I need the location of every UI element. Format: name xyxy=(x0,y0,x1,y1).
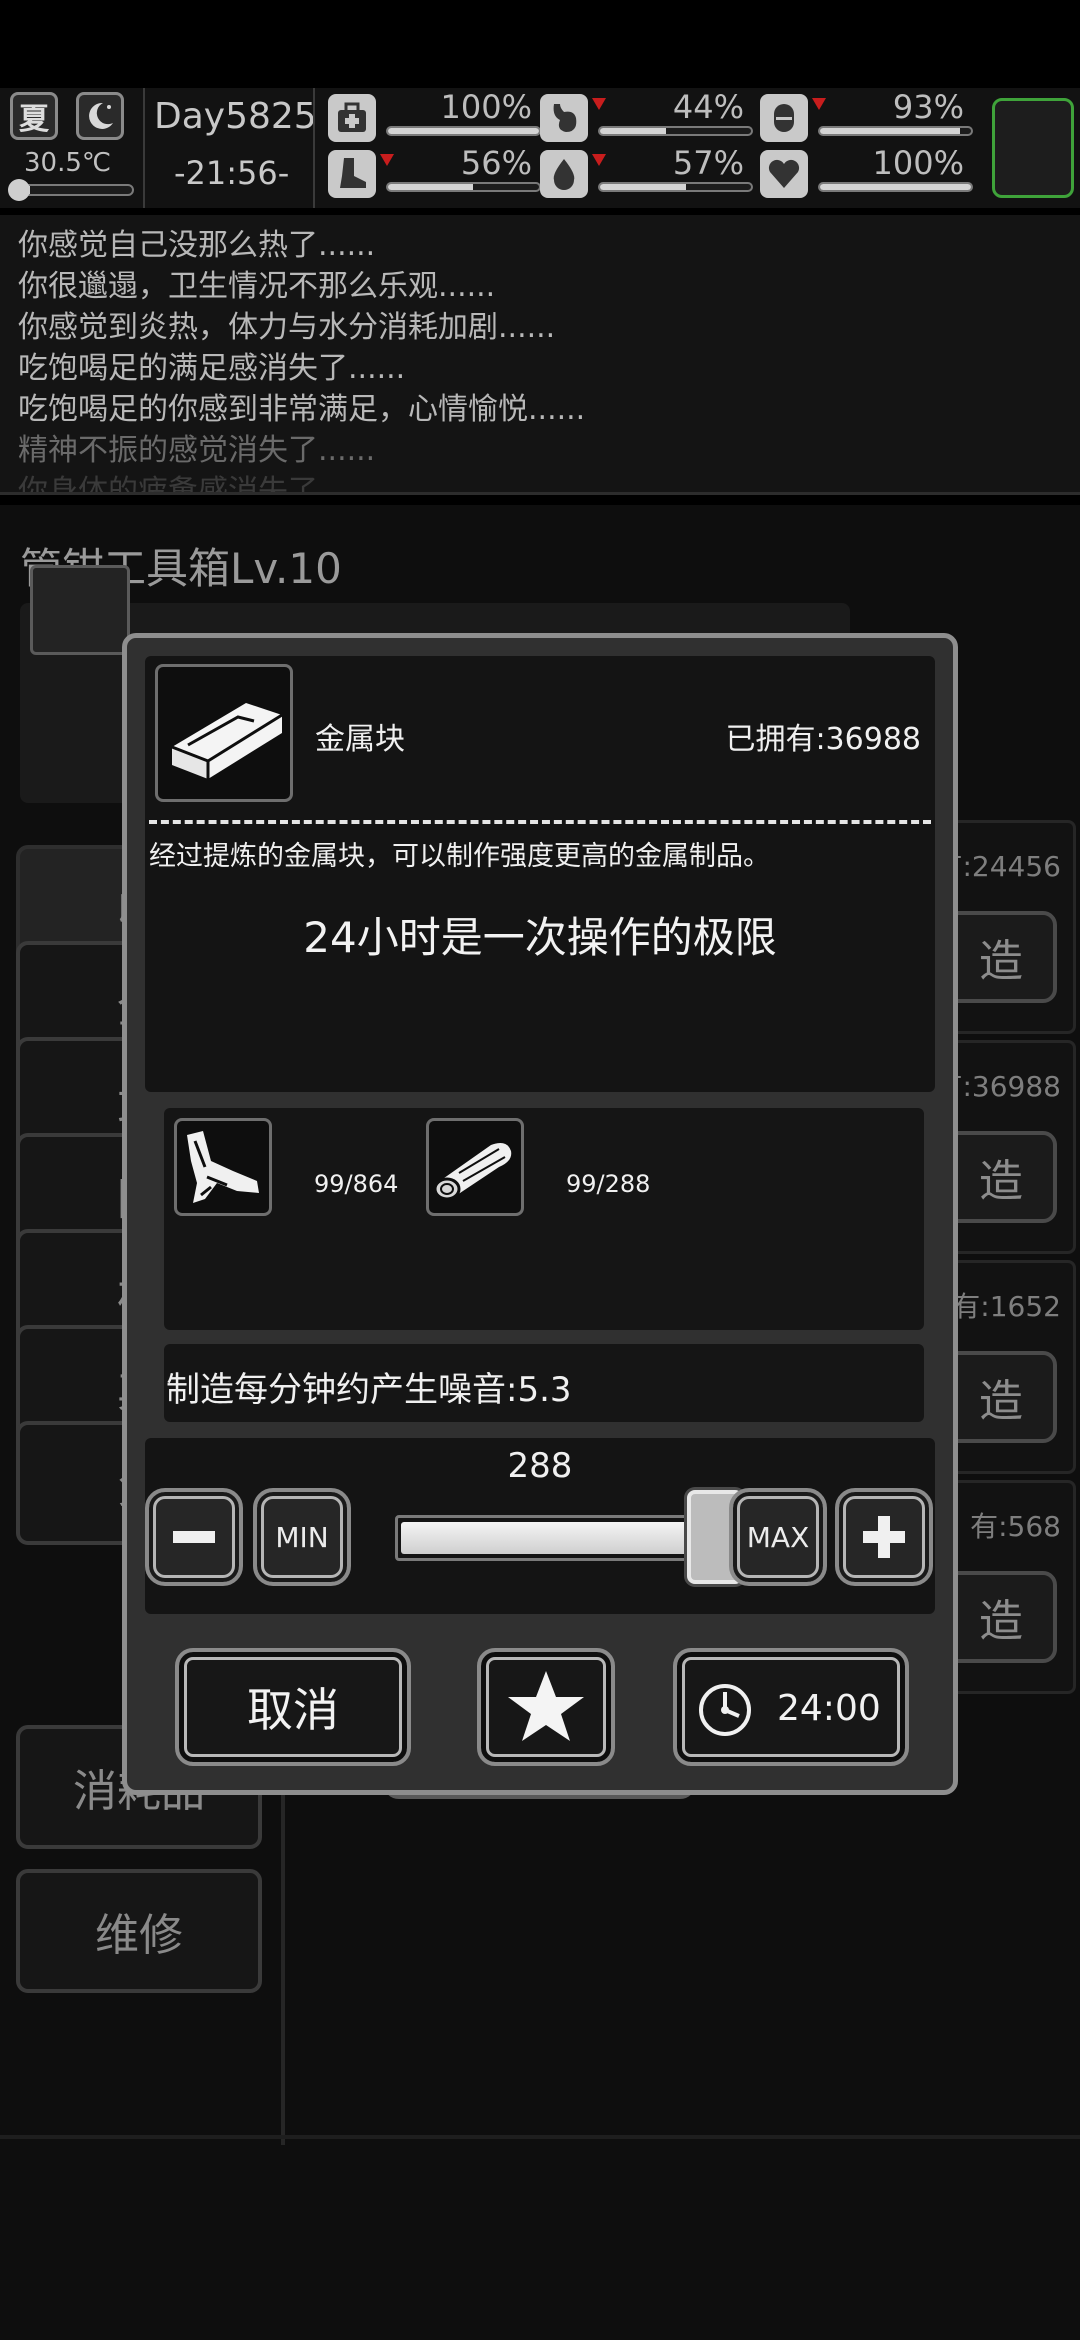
item-info-box: 金属块 已拥有:36988 经过提炼的金属块，可以制作强度更高的金属制品。 24… xyxy=(145,656,935,1092)
stat-bar-fill xyxy=(600,128,667,134)
min-button[interactable]: MIN xyxy=(253,1488,351,1586)
stat-bar-fill xyxy=(820,184,971,190)
water-drop-icon[interactable] xyxy=(540,150,588,198)
material-count: 99/288 xyxy=(566,1170,651,1198)
log-line: 你感觉自己没那么热了...... xyxy=(18,228,376,263)
log-line: 你很邋遢，卫生情况不那么乐观...... xyxy=(18,269,496,304)
log-line: 你身体的疲惫感消失了...... xyxy=(18,474,376,495)
noise-box: 制造每分钟约产生噪音:5.3 xyxy=(164,1344,924,1422)
log-line: 吃饱喝足的满足感消失了...... xyxy=(18,351,406,386)
season-badge[interactable]: 夏 xyxy=(10,92,58,140)
quantity-slider[interactable] xyxy=(395,1515,723,1561)
dashed-divider xyxy=(149,820,931,824)
stat-percent: 100% xyxy=(872,144,964,182)
message-log[interactable]: 你感觉自己没那么热了...... 你很邋遢，卫生情况不那么乐观...... 你感… xyxy=(0,215,1080,495)
craft-dialog: 金属块 已拥有:36988 经过提炼的金属块，可以制作强度更高的金属制品。 24… xyxy=(122,633,958,1795)
metal-ingot-roll-icon[interactable] xyxy=(426,1118,524,1216)
plus-icon xyxy=(863,1516,905,1558)
divider xyxy=(0,2135,1080,2139)
moon-icon xyxy=(76,92,124,140)
craft-time-label: 24:00 xyxy=(777,1688,881,1729)
log-line: 精神不振的感觉消失了...... xyxy=(18,433,376,468)
materials-box: 99/864 99/288 xyxy=(164,1108,924,1330)
owned-count: 已拥有:36988 xyxy=(725,722,921,757)
increase-button[interactable] xyxy=(835,1488,933,1586)
stat-percent: 44% xyxy=(672,88,744,126)
toolbox-icon xyxy=(30,565,130,655)
owned-count: 有:568 xyxy=(970,1510,1061,1543)
favorite-button[interactable] xyxy=(477,1648,615,1766)
stat-bar xyxy=(818,182,973,192)
decrease-button[interactable] xyxy=(145,1488,243,1586)
star-icon xyxy=(508,1671,584,1741)
quick-slot[interactable] xyxy=(992,98,1074,198)
stat-percent: 93% xyxy=(892,88,964,126)
quantity-box: 288 MIN MAX xyxy=(145,1438,935,1614)
temperature-label: 30.5℃ xyxy=(24,148,112,178)
material-count: 99/864 xyxy=(314,1170,399,1198)
stat-bar-fill xyxy=(388,128,539,134)
clock-icon xyxy=(699,1684,751,1736)
category-tab-repair[interactable]: 维修 xyxy=(16,1869,262,1993)
heart-icon[interactable] xyxy=(760,150,808,198)
scrap-metal-icon[interactable] xyxy=(174,1118,272,1216)
craft-time-button[interactable]: 24:00 xyxy=(673,1648,909,1766)
max-button[interactable]: MAX xyxy=(729,1488,827,1586)
quantity-value: 288 xyxy=(507,1446,573,1486)
cancel-button[interactable]: 取消 xyxy=(175,1648,411,1766)
medkit-icon[interactable] xyxy=(328,94,376,142)
clock-time: -21:56- xyxy=(174,154,290,192)
boot-icon[interactable] xyxy=(328,150,376,198)
stat-bar-fill xyxy=(600,184,687,190)
pill-icon[interactable] xyxy=(760,94,808,142)
stat-percent: 100% xyxy=(440,88,532,126)
stat-bar xyxy=(598,126,753,136)
noise-info: 制造每分钟约产生噪音:5.3 xyxy=(166,1370,572,1410)
stat-bar-fill xyxy=(820,128,961,134)
item-description: 经过提炼的金属块，可以制作强度更高的金属制品。 xyxy=(149,841,770,872)
metal-block-icon xyxy=(155,664,293,802)
stat-percent: 56% xyxy=(460,144,532,182)
day-counter: Day5825 xyxy=(154,96,317,137)
log-line: 吃饱喝足的你感到非常满足，心情愉悦...... xyxy=(18,392,586,427)
stat-bar xyxy=(818,126,973,136)
stat-bar xyxy=(386,126,541,136)
stat-bar xyxy=(386,182,541,192)
slider-fill xyxy=(401,1522,691,1554)
item-name: 金属块 xyxy=(315,722,405,757)
thermometer-icon xyxy=(8,179,30,201)
minus-icon xyxy=(173,1531,215,1543)
divider xyxy=(313,88,315,208)
stat-percent: 57% xyxy=(672,144,744,182)
log-line: 你感觉到炎热，体力与水分消耗加剧...... xyxy=(18,310,556,345)
stat-bar xyxy=(598,182,753,192)
stomach-icon[interactable] xyxy=(540,94,588,142)
limit-message: 24小时是一次操作的极限 xyxy=(303,913,777,962)
status-bar: 夏 30.5℃ Day5825 -21:56- 100% 44% 93% 56% 57%… xyxy=(0,88,1080,208)
divider xyxy=(143,88,145,208)
owned-count: 有:1652 xyxy=(952,1290,1061,1323)
stat-bar-fill xyxy=(388,184,473,190)
